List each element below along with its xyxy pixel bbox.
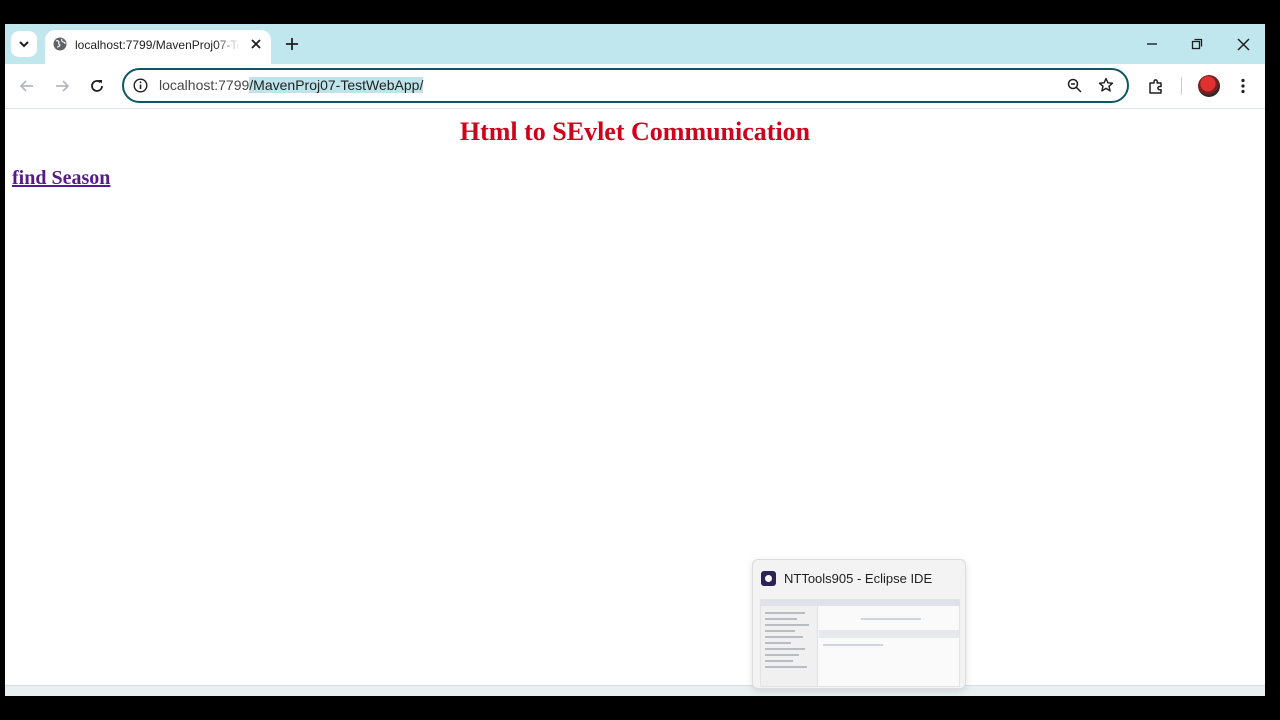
url-host: localhost:7799 <box>159 77 250 93</box>
menu-button[interactable] <box>1233 76 1253 96</box>
address-bar[interactable]: localhost:7799/MavenProj07-TestWebApp/ <box>122 68 1129 103</box>
taskbar <box>5 685 1265 696</box>
eclipse-icon <box>761 571 776 586</box>
close-icon[interactable] <box>249 37 263 51</box>
chevron-down-icon <box>19 41 29 48</box>
star-icon[interactable] <box>1098 77 1114 93</box>
toolbar-divider <box>1181 77 1182 95</box>
minimize-icon <box>1147 43 1157 45</box>
restore-button[interactable] <box>1187 34 1207 54</box>
close-icon <box>1236 37 1250 51</box>
extensions-button[interactable] <box>1146 76 1166 96</box>
browser-tab[interactable]: localhost:7799/MavenProj07-TestWebApp/ <box>45 30 271 64</box>
find-season-link[interactable]: find Season <box>12 167 110 190</box>
plus-icon[interactable] <box>283 35 301 53</box>
taskbar-window-preview[interactable]: NTTools905 - Eclipse IDE <box>752 559 966 689</box>
tab-bar: localhost:7799/MavenProj07-TestWebApp/ <box>5 24 1265 64</box>
globe-icon <box>53 37 67 51</box>
preview-title: NTTools905 - Eclipse IDE <box>784 571 933 586</box>
reload-button[interactable] <box>87 76 107 96</box>
reload-icon <box>91 80 103 92</box>
info-icon[interactable] <box>133 78 148 93</box>
forward-arrow-icon <box>56 80 70 92</box>
zoom-icon[interactable] <box>1067 78 1082 93</box>
three-dots-icon <box>1241 78 1245 94</box>
url-path: /MavenProj07-TestWebApp/ <box>249 77 424 93</box>
forward-button[interactable] <box>52 76 72 96</box>
url-text[interactable]: localhost:7799/MavenProj07-TestWebApp/ <box>159 77 424 93</box>
minimize-button[interactable] <box>1142 34 1162 54</box>
browser-toolbar: localhost:7799/MavenProj07-TestWebApp/ <box>5 64 1265 109</box>
tab-title: localhost:7799/MavenProj07-TestWebApp/ <box>75 38 240 52</box>
page-heading: Html to SEvlet Communication <box>459 117 811 146</box>
profile-avatar[interactable] <box>1198 75 1220 97</box>
browser-window: localhost:7799/MavenProj07-TestWebApp/ l… <box>5 24 1265 696</box>
close-window-button[interactable] <box>1233 34 1253 54</box>
preview-thumbnail <box>760 599 960 687</box>
puzzle-icon <box>1148 78 1162 94</box>
back-arrow-icon <box>19 80 33 92</box>
web-page-content: Html to SEvlet Communication find Season <box>5 109 1265 696</box>
restore-icon <box>1191 38 1203 50</box>
tab-list-button[interactable] <box>11 31 37 57</box>
back-button[interactable] <box>17 76 37 96</box>
